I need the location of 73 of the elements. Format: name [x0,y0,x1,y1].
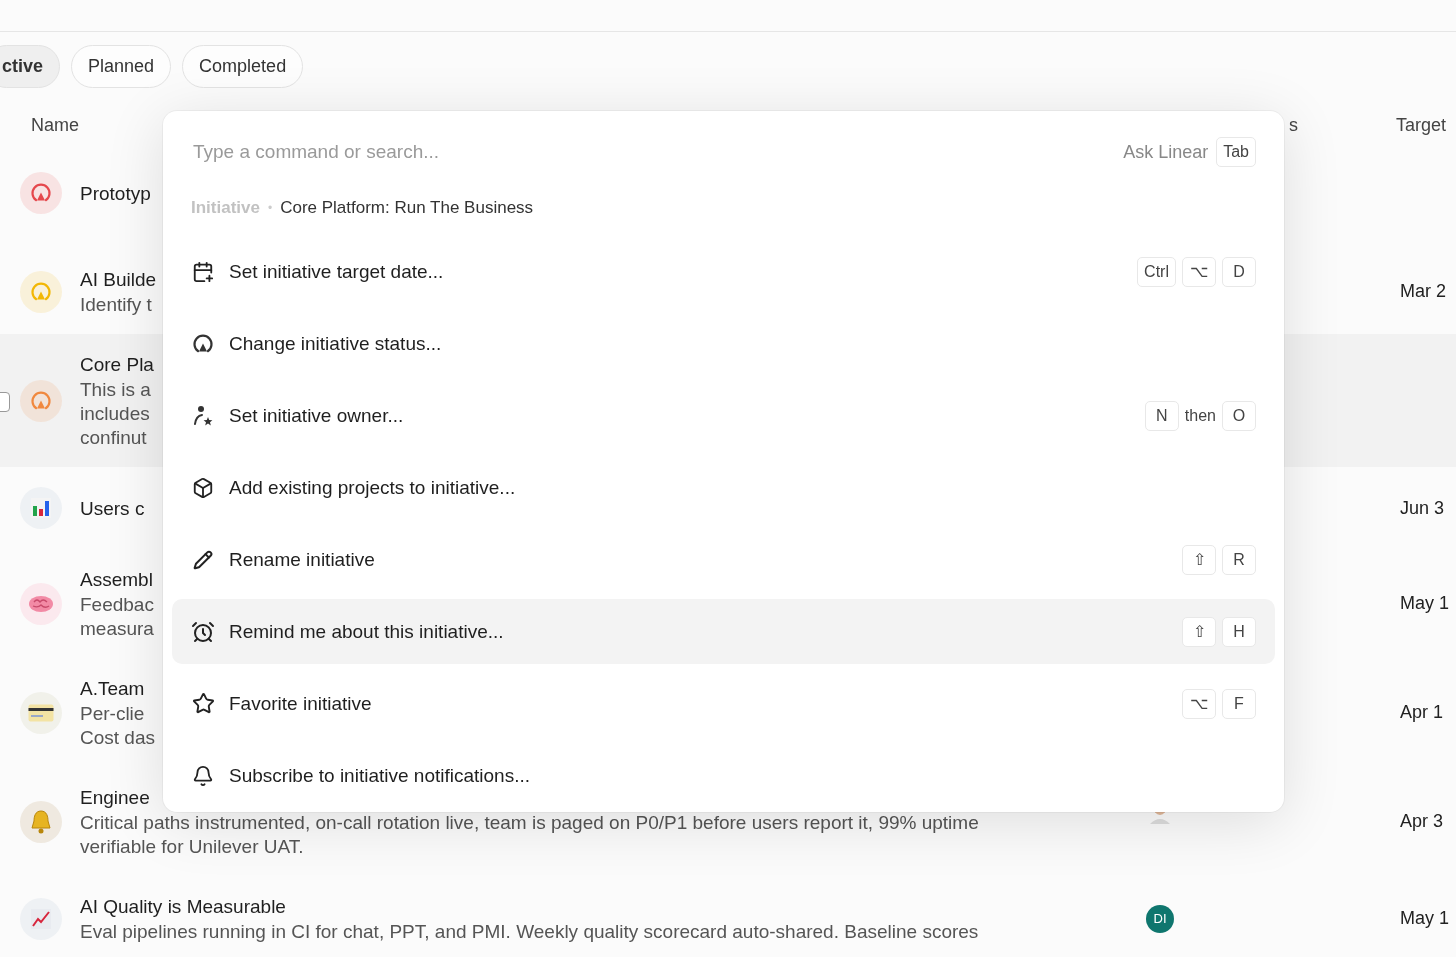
bar-chart-icon [30,497,52,519]
initiative-title: AI Builde [80,268,157,292]
column-header: Target [1396,114,1448,136]
target-date: Mar 2 [1400,281,1447,302]
keyboard-key: ⌥ [1182,688,1216,719]
command-item[interactable]: Remind me about this initiative... ⇧ H [172,599,1275,664]
column-header: s [1289,114,1299,136]
shortcut-word: then [1184,406,1216,425]
command-item[interactable]: Add existing projects to initiative... [172,455,1275,520]
command-label: Subscribe to initiative notifications... [229,764,531,787]
command-label: Favorite initiative [229,692,373,715]
command-item[interactable]: Change initiative status... [172,311,1275,376]
keyboard-key: Tab [1216,137,1256,167]
context-type: Initiative [191,198,260,218]
command-item[interactable]: Favorite initiative ⌥ F [172,671,1275,736]
bell-icon [192,764,214,787]
keyboard-key: Ctrl [1137,256,1176,287]
trend-chart-icon [30,907,52,930]
bell-icon [29,808,53,835]
context-name: Core Platform: Run The Business [280,198,534,218]
star-icon [191,692,215,715]
keyboard-key: R [1222,544,1256,575]
filter-tab[interactable]: ctive [0,45,61,88]
command-label: Set initiative target date... [229,260,445,283]
initiative-description: Feedbac measura [80,593,154,641]
keyboard-key: H [1222,616,1256,647]
command-search-field[interactable]: Type a command or search... [191,140,1116,164]
command-label: Add existing projects to initiative... [229,476,517,499]
command-label: Change initiative status... [229,332,443,355]
keyboard-key: F [1222,688,1256,719]
initiative-description: Per-clie Cost das [80,702,155,750]
initiative-title: Enginee [80,786,150,810]
keyboard-key: ⇧ [1182,616,1216,647]
filter-tab[interactable]: Planned [71,45,172,88]
initiative-description: Eval pipelines running in CI for chat, PPT, and PMI. Weekly quality scorecard auto-shared. Baseline scores [80,920,979,944]
command-label: Set initiative owner... [229,404,405,427]
ask-label: Ask Linear [1123,141,1209,163]
initiative-description: Critical paths instrumented, on-call rotation live, team is paged on P0/P1 before users report it, 99% uptime verifiable for Unilever UAT. [80,811,979,859]
target-date: May 1 [1400,908,1451,929]
separator-dot: • [267,201,273,215]
initiative-title: AI Quality is Measurable [80,895,286,919]
keyboard-key: O [1222,400,1256,431]
initiative-title: Assembl [80,568,153,592]
initiative-title: Core Pla [80,353,154,377]
calendar-plus-icon [192,260,214,283]
command-item[interactable]: Set initiative owner... N then O [172,383,1275,448]
command-label: Remind me about this initiative... [229,620,505,643]
pencil-icon [193,549,213,570]
initiative-title: Users c [80,496,145,521]
target-date: May 1 [1400,593,1451,614]
initiative-title: Prototyp [80,181,151,206]
user-star-icon [191,403,215,428]
avatar: DI [1146,904,1174,933]
keyboard-key: N [1144,400,1179,431]
initiative-description: This is a includes confinut [80,378,151,450]
keyboard-key: D [1222,256,1256,287]
command-item[interactable]: Set initiative target date... Ctrl ⌥ D [172,239,1275,304]
credit-card-icon [28,703,54,722]
target-date: Jun 3 [1400,497,1446,519]
brain-icon [28,593,54,614]
command-item[interactable]: Subscribe to initiative notifications... [172,743,1275,808]
keyboard-key: ⌥ [1182,256,1216,287]
target-date: Apr 3 [1400,811,1445,832]
filter-tab[interactable]: Completed [182,45,304,88]
initiative-description: Identify t [80,293,152,317]
command-label: Rename initiative [229,548,376,571]
alarm-clock-icon [191,619,215,644]
cube-icon [192,476,214,499]
target-date: Apr 1 [1400,702,1445,723]
initiative-title: A.Team [80,677,145,701]
column-header: Name [31,114,80,136]
command-item[interactable]: Rename initiative ⇧ R [172,527,1275,592]
keyboard-key: ⇧ [1182,544,1216,575]
